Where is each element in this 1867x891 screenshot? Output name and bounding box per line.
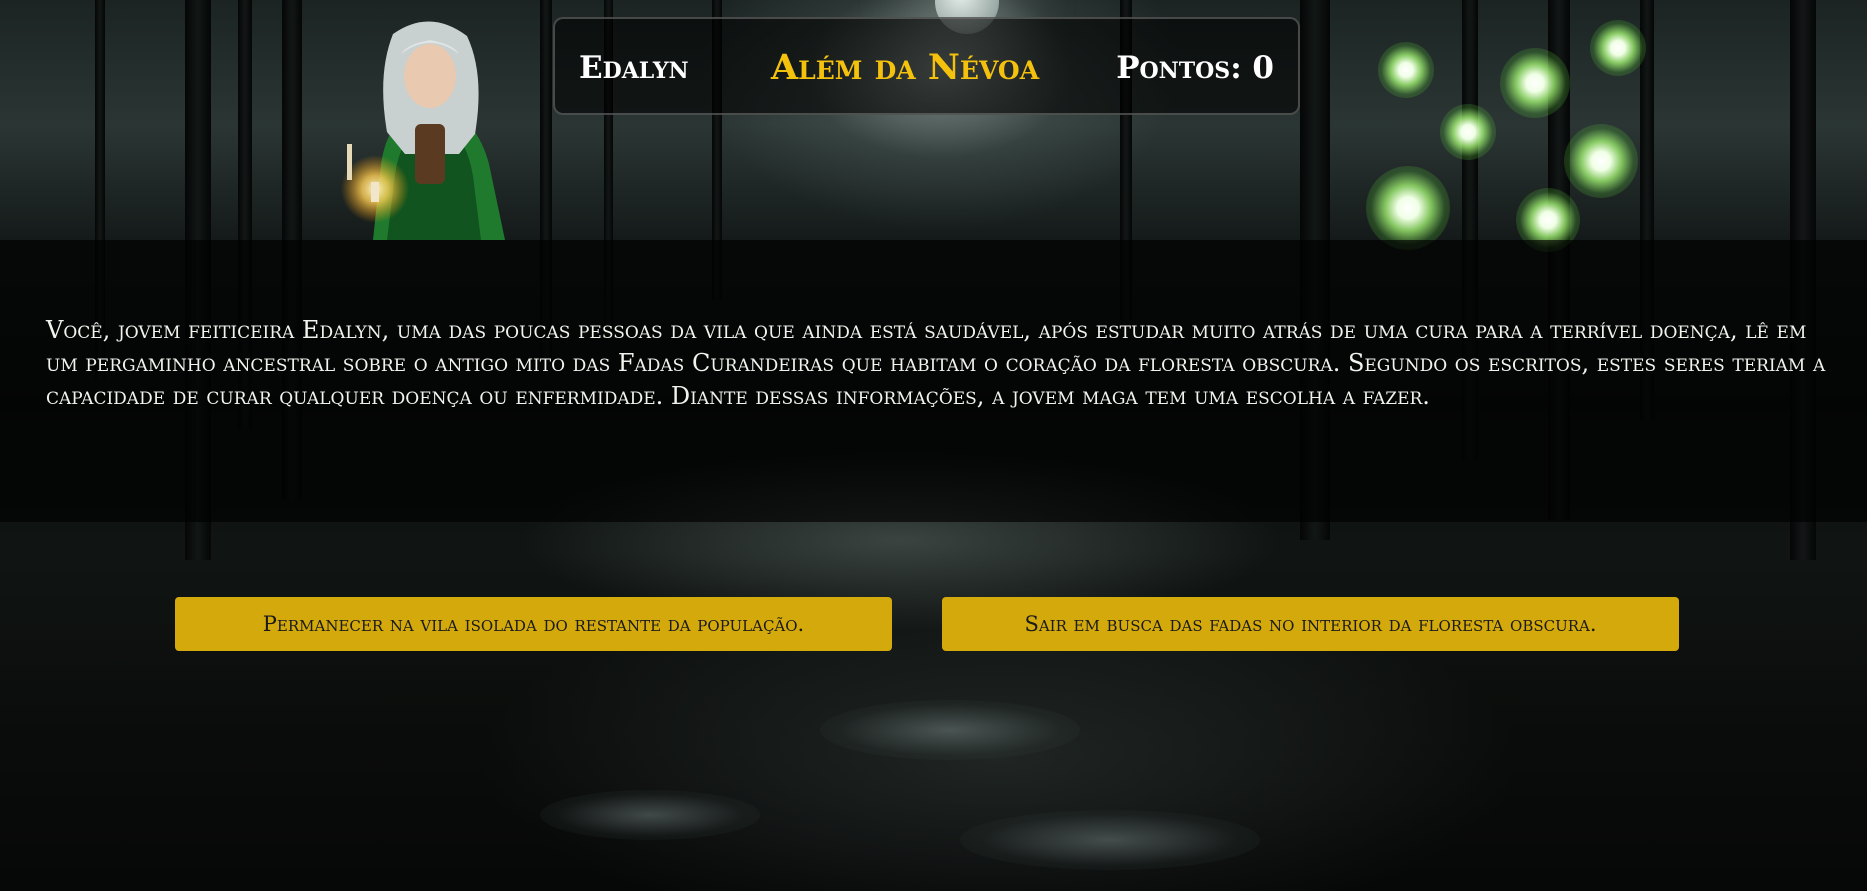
- choice-search-button[interactable]: Sair em busca das fadas no interior da f…: [942, 597, 1679, 651]
- water-reflection: [960, 810, 1260, 870]
- water-reflection: [540, 790, 760, 840]
- fairy-light: [1378, 42, 1434, 98]
- fairy-light: [1366, 166, 1450, 250]
- fairy-light: [1440, 104, 1496, 160]
- story-panel: Você, jovem feiticeira Edalyn, uma das p…: [0, 240, 1867, 522]
- water-reflection: [820, 700, 1080, 760]
- story-text: Você, jovem feiticeira Edalyn, uma das p…: [46, 316, 1826, 410]
- choice-stay-button[interactable]: Permanecer na vila isolada do restante d…: [175, 597, 892, 651]
- points-counter: Pontos: 0: [1116, 50, 1274, 86]
- fairy-light: [1500, 48, 1570, 118]
- fairy-light: [1564, 124, 1638, 198]
- game-title: Além da Névoa: [771, 47, 1040, 88]
- game-header: Edalyn Além da Névoa Pontos: 0: [553, 17, 1300, 115]
- sorceress-portrait: [341, 21, 505, 240]
- character-name: Edalyn: [579, 50, 689, 86]
- fairy-light: [1590, 20, 1646, 76]
